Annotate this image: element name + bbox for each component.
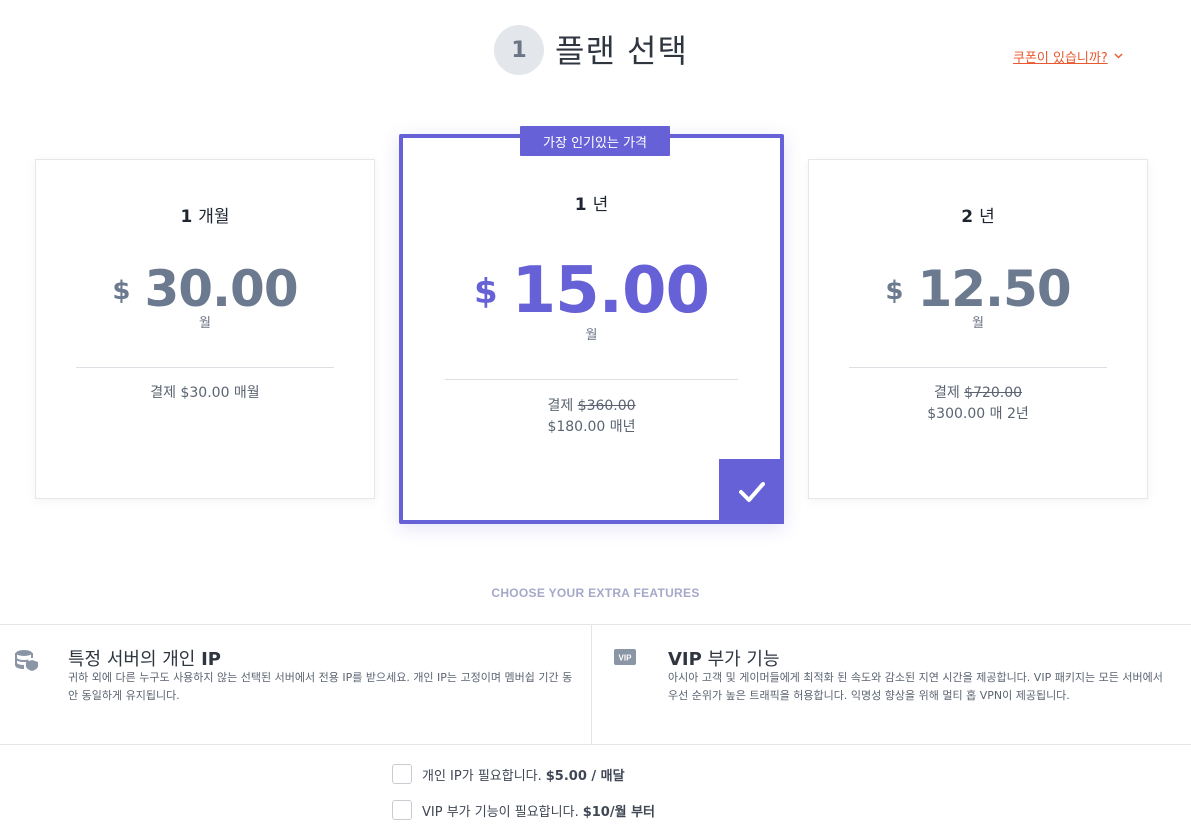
billing-line: 결제 $720.00: [809, 383, 1147, 404]
plan-period-number: 1: [574, 195, 587, 215]
extra-features-heading: CHOOSE YOUR EXTRA FEATURES: [491, 586, 700, 600]
plan-period: 2 년: [809, 202, 1147, 227]
selected-check-badge: [719, 459, 784, 524]
currency-symbol: $: [112, 276, 131, 306]
feature-description: 아시아 고객 및 게이머들에게 최적화 된 속도와 감소된 지연 시간을 제공합…: [668, 671, 1163, 702]
plan-card-2-year[interactable]: 2 년 $ 12.50 월 결제 $720.00 $300.00 매 2년: [808, 159, 1148, 499]
feature-description: 귀하 외에 다른 누구도 사용하지 않는 선택된 서버에서 전용 IP를 받으세…: [68, 671, 573, 702]
extra-features-panel: 특정 서버의 개인 IP 귀하 외에 다른 누구도 사용하지 않는 선택된 서버…: [0, 624, 1191, 745]
page-title: 플랜 선택: [555, 32, 688, 70]
price-amount: 30.00: [144, 260, 298, 318]
plan-card-1-month[interactable]: 1 개월 $ 30.00 월 결제 $30.00 매월: [35, 159, 375, 499]
plan-period-unit: 년: [979, 207, 995, 227]
plan-price: $ 12.50: [809, 260, 1147, 318]
feature-title-text: 특정 서버의 개인: [68, 649, 196, 670]
divider: [849, 367, 1107, 368]
vip-addon-option[interactable]: VIP 부가 기능이 필요합니다. $10/월 부터: [392, 800, 655, 820]
plan-period: 1 개월: [36, 202, 374, 227]
billing-original-price: $720.00: [964, 385, 1023, 401]
currency-symbol: $: [473, 272, 498, 312]
divider: [76, 367, 334, 368]
coupon-link[interactable]: 쿠폰이 있습니까?: [1013, 47, 1123, 66]
popular-badge: 가장 인기있는 가격: [520, 126, 670, 156]
option-price: $10/월 부터: [582, 804, 655, 820]
plan-period-unit: 개월: [198, 207, 230, 227]
plan-period-number: 2: [961, 207, 974, 227]
dedicated-ip-checkbox[interactable]: [392, 764, 412, 784]
step-number-badge: 1: [494, 25, 544, 75]
billing-info: 결제 $360.00 $180.00 매년: [403, 396, 780, 438]
vip-icon: VIP: [614, 649, 636, 669]
feature-title-text: 부가 기능: [707, 649, 780, 670]
svg-text:VIP: VIP: [619, 654, 633, 663]
dedicated-ip-option[interactable]: 개인 IP가 필요합니다. $5.00 / 매달: [392, 764, 625, 784]
price-amount: 15.00: [511, 254, 710, 328]
plan-period: 1 년: [403, 190, 780, 215]
billing-info: 결제 $720.00 $300.00 매 2년: [809, 383, 1147, 425]
feature-title-bold: IP: [201, 649, 221, 670]
billing-original-price: $360.00: [577, 398, 636, 414]
billing-line: 결제 $360.00: [403, 396, 780, 417]
price-per-label: 월: [199, 316, 211, 331]
option-label: 개인 IP가 필요합니다.: [422, 768, 542, 784]
billing-line: 결제 $30.00 매월: [150, 385, 260, 401]
plan-period-unit: 년: [592, 195, 609, 215]
database-shield-icon: [15, 649, 39, 675]
billing-prefix: 결제: [547, 398, 574, 414]
price-per-label: 월: [585, 328, 598, 343]
feature-title: 특정 서버의 개인 IP: [68, 645, 221, 671]
plan-price: $ 15.00: [403, 254, 780, 328]
billing-line: $180.00 매년: [547, 419, 636, 435]
divider: [445, 379, 738, 380]
option-price: $5.00 / 매달: [545, 768, 625, 784]
divider: [591, 625, 592, 745]
plan-card-1-year[interactable]: 가장 인기있는 가격 1 년 $ 15.00 월 결제 $360.00 $180…: [399, 126, 784, 524]
coupon-link-label[interactable]: 쿠폰이 있습니까?: [1013, 47, 1108, 66]
feature-title-bold: VIP: [668, 649, 702, 670]
billing-line: $300.00 매 2년: [927, 406, 1029, 422]
currency-symbol: $: [885, 276, 904, 306]
chevron-down-icon: [1114, 51, 1123, 62]
option-label: VIP 부가 기능이 필요합니다.: [422, 804, 579, 820]
price-amount: 12.50: [917, 260, 1071, 318]
price-per-label: 월: [972, 316, 984, 331]
feature-title: VIP 부가 기능: [668, 645, 780, 671]
checkmark-icon: [738, 481, 765, 502]
vip-addon-checkbox[interactable]: [392, 800, 412, 820]
billing-prefix: 결제: [933, 385, 960, 401]
plan-period-number: 1: [180, 207, 193, 227]
billing-info: 결제 $30.00 매월: [36, 383, 374, 404]
plan-price: $ 30.00: [36, 260, 374, 318]
